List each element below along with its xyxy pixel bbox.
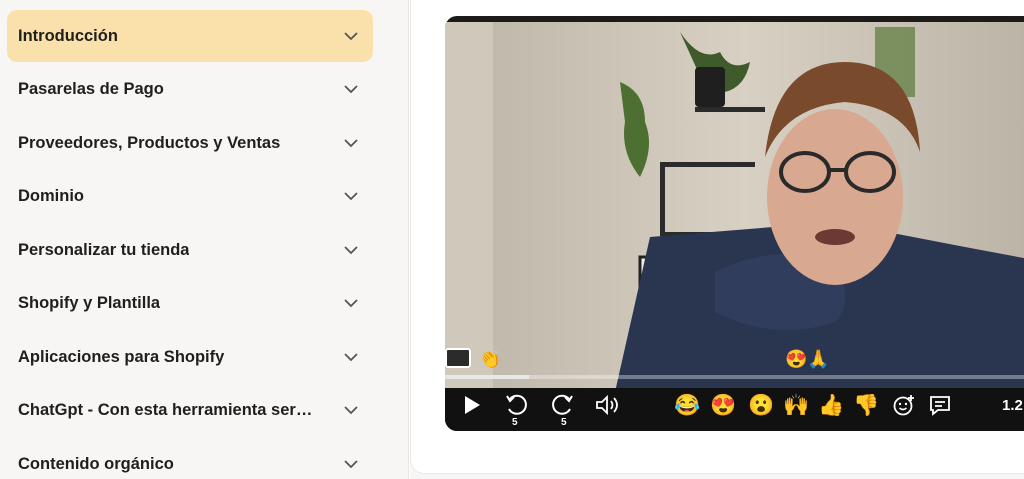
module-shopify-plantilla[interactable]: Shopify y Plantilla	[7, 277, 373, 329]
chevron-down-icon	[343, 456, 359, 472]
module-label: Personalizar tu tienda	[18, 240, 190, 259]
module-label: Dominio	[18, 186, 84, 205]
reaction-heart-eyes[interactable]: 😍	[710, 391, 736, 419]
reaction-surprised[interactable]: 😮	[748, 391, 774, 419]
module-chatgpt[interactable]: ChatGpt - Con esta herramienta ser…	[7, 384, 373, 436]
reaction-thumbs-down[interactable]: 👎	[853, 391, 879, 419]
chevron-down-icon	[343, 188, 359, 204]
chevron-down-icon	[343, 81, 359, 97]
playback-speed[interactable]: 1.2	[1002, 391, 1023, 419]
module-introduccion[interactable]: Introducción	[7, 10, 373, 62]
volume-button[interactable]	[594, 391, 620, 419]
module-label: Pasarelas de Pago	[18, 79, 164, 98]
chevron-down-icon	[343, 242, 359, 258]
chevron-down-icon	[343, 402, 359, 418]
volume-icon	[596, 394, 618, 416]
module-personalizar-tienda[interactable]: Personalizar tu tienda	[7, 224, 373, 276]
module-dominio[interactable]: Dominio	[7, 170, 373, 222]
chevron-down-icon	[343, 135, 359, 151]
module-pasarelas-de-pago[interactable]: Pasarelas de Pago	[7, 63, 373, 115]
video-player[interactable]: 👏 😍🙏 5 5 😂 😍 😮 🙌 👍 👎 1.2	[445, 16, 1024, 431]
reaction-raised-hands[interactable]: 🙌	[783, 391, 809, 419]
module-label: ChatGpt - Con esta herramienta ser…	[18, 400, 313, 419]
captions-button[interactable]	[927, 391, 953, 419]
rewind-seconds: 5	[512, 416, 518, 428]
add-reaction-button[interactable]	[891, 391, 917, 419]
progress-bar[interactable]	[445, 375, 1024, 379]
floating-reaction: 😍🙏	[785, 349, 830, 369]
progress-fill	[445, 375, 529, 379]
module-contenido-organico[interactable]: Contenido orgánico	[7, 438, 373, 479]
module-label: Shopify y Plantilla	[18, 293, 161, 312]
sidebar-scroll-gutter	[381, 0, 409, 479]
chevron-down-icon	[343, 295, 359, 311]
play-icon	[465, 396, 480, 414]
add-emoji-icon	[893, 395, 914, 416]
module-aplicaciones-shopify[interactable]: Aplicaciones para Shopify	[7, 331, 373, 383]
forward-seconds: 5	[561, 416, 567, 428]
chat-bubble-icon	[445, 348, 471, 368]
module-label: Contenido orgánico	[18, 454, 174, 473]
chevron-down-icon	[343, 349, 359, 365]
floating-reaction: 👏	[479, 349, 502, 369]
play-button[interactable]	[460, 391, 484, 419]
module-proveedores[interactable]: Proveedores, Productos y Ventas	[7, 117, 373, 169]
course-sidebar: Introducción Pasarelas de Pago Proveedor…	[0, 0, 381, 479]
video-frame[interactable]	[445, 22, 1024, 392]
module-label: Proveedores, Productos y Ventas	[18, 133, 281, 152]
reaction-thumbs-up[interactable]: 👍	[818, 391, 844, 419]
transcript-icon	[930, 396, 950, 416]
chevron-down-icon	[343, 28, 359, 44]
reaction-laugh[interactable]: 😂	[674, 391, 700, 419]
module-label: Aplicaciones para Shopify	[18, 347, 225, 366]
module-label: Introducción	[18, 26, 118, 45]
